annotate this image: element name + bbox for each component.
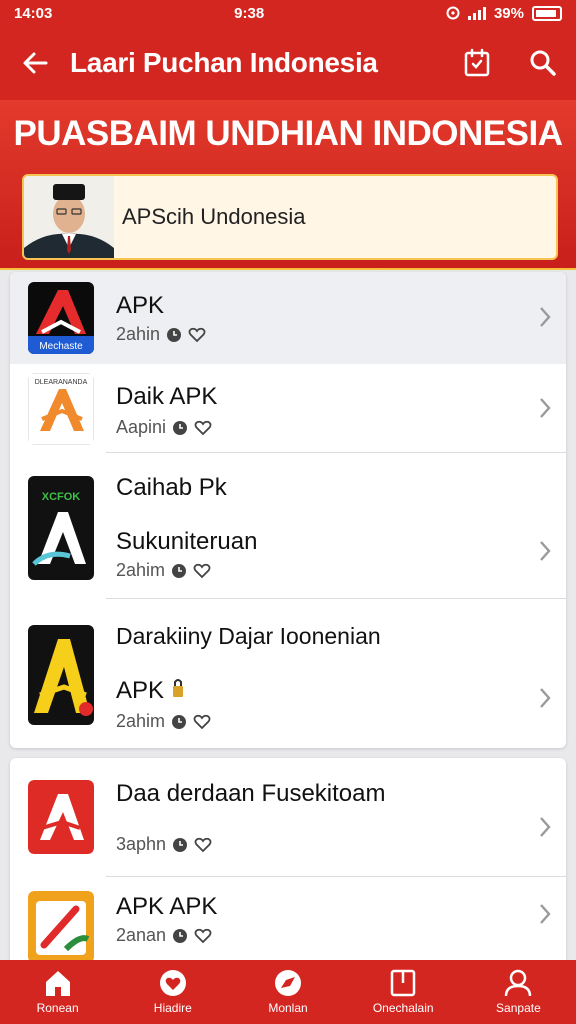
user-icon	[505, 969, 532, 997]
list-item-meta-text: 2ahim	[116, 711, 166, 731]
list-item-meta-text: 2ahim	[116, 560, 166, 580]
nav-item-label: Sanpate	[496, 1001, 541, 1015]
status-indicators: 39%	[446, 5, 562, 22]
nav-item-label: Hiadire	[153, 1001, 192, 1015]
chevron-right-icon[interactable]	[534, 683, 556, 713]
list-item-subtitle-text: APK	[116, 677, 165, 704]
list-item-title: APK	[116, 292, 165, 319]
list-item-meta: 2ahim	[116, 560, 211, 581]
app-logo-label: Mechaste	[39, 341, 83, 352]
list-item[interactable]: Darakiiny Dajar Ioonenian APK 2ahim	[10, 599, 566, 748]
banner-title: PUASBAIM UNDHIAN INDONESIA	[13, 114, 563, 153]
status-bar: 14:03 9:38 39%	[0, 0, 576, 26]
chevron-right-icon[interactable]	[534, 393, 556, 423]
compass-icon	[275, 970, 301, 996]
heart-outline-icon[interactable]	[188, 327, 206, 343]
nav-item-library[interactable]: Onechalain	[346, 960, 461, 1024]
list-item-meta: 2anan	[116, 925, 212, 946]
list-item-meta-text: 2anan	[116, 925, 167, 945]
app-logo-icon	[28, 625, 94, 725]
chevron-right-icon[interactable]	[534, 536, 556, 566]
list-item-meta-text: Aapini	[116, 417, 167, 437]
app-logo-icon	[28, 780, 94, 854]
list-item-meta: 3aphn	[116, 834, 212, 855]
search-icon	[530, 50, 556, 76]
nav-item-label: Monlan	[268, 1001, 308, 1015]
app-bar: Laari Puchan Indonesia	[0, 26, 576, 100]
list-item-meta: 2ahin	[116, 324, 206, 345]
nav-item-profile[interactable]: Sanpate	[461, 960, 576, 1024]
list-item[interactable]: Mechaste APK 2ahin	[10, 272, 566, 364]
list-item-title: Daa derdaan Fusekitoam	[116, 780, 386, 807]
home-icon	[45, 971, 70, 996]
clock-icon	[173, 928, 188, 943]
nav-item-label: Onechalain	[372, 1001, 434, 1015]
clock-icon	[173, 837, 188, 852]
heart-outline-icon[interactable]	[194, 420, 212, 436]
sync-icon	[446, 6, 460, 20]
search-button[interactable]	[510, 26, 576, 100]
app-list-secondary: Daa derdaan Fusekitoam 3aphn APK APK 2an…	[10, 758, 566, 968]
nav-item-label: Ronean	[36, 1001, 79, 1015]
list-item[interactable]: DLEARANANDA Daik APK Aapini	[10, 365, 566, 453]
heart-icon	[159, 970, 186, 996]
back-button[interactable]	[0, 26, 70, 100]
status-clock: 9:38	[234, 4, 265, 22]
bottom-navigation: Ronean Hiadire Monlan Onechalain Sanpate	[0, 960, 576, 1024]
list-item-subtitle: Sukuniteruan	[116, 528, 258, 555]
person-photo	[24, 176, 114, 258]
app-logo-icon: XCFOK	[28, 476, 94, 580]
arrow-left-icon	[23, 52, 48, 74]
promo-card[interactable]: APScih Undonesia	[22, 174, 558, 260]
list-item-meta-text: 2ahin	[116, 324, 161, 344]
app-logo-label: DLEARANANDA	[35, 379, 88, 386]
heart-outline-icon[interactable]	[194, 837, 212, 853]
app-logo-icon: DLEARANANDA	[28, 373, 94, 445]
page-title: Laari Puchan Indonesia	[70, 47, 378, 78]
list-item-meta: 2ahim	[116, 711, 211, 732]
list-item-subtitle: APK	[116, 677, 185, 705]
clock-icon	[167, 327, 182, 342]
chevron-right-icon[interactable]	[534, 812, 556, 842]
clock-icon	[172, 563, 187, 578]
list-item-title: Caihab Pk	[116, 474, 227, 501]
signal-icon	[467, 6, 486, 20]
chevron-right-icon[interactable]	[534, 302, 556, 332]
list-item-title: Daik APK	[116, 383, 218, 410]
nav-item-home[interactable]: Ronean	[0, 960, 115, 1024]
app-list-primary: Mechaste APK 2ahin DLEARANANDA Daik APK …	[10, 272, 566, 748]
nav-item-explore[interactable]: Monlan	[230, 960, 345, 1024]
list-item-title: APK APK	[116, 893, 218, 920]
heart-outline-icon[interactable]	[194, 928, 212, 944]
banner-stripe	[0, 268, 576, 270]
calendar-icon	[464, 48, 490, 77]
clock-icon	[173, 420, 188, 435]
chevron-right-icon[interactable]	[534, 899, 556, 929]
app-logo-label: XCFOK	[42, 491, 81, 503]
list-item[interactable]: XCFOK Caihab Pk Sukuniteruan 2ahim	[10, 454, 566, 598]
nav-item-favorites[interactable]: Hiadire	[115, 960, 230, 1024]
lock-icon	[172, 679, 183, 697]
list-item-title: Darakiiny Dajar Ioonenian	[116, 623, 381, 649]
status-time: 14:03	[14, 4, 53, 22]
clock-icon	[172, 714, 187, 729]
battery-icon	[532, 5, 562, 21]
promo-text: APScih Undonesia	[122, 204, 306, 229]
book-icon	[390, 969, 416, 997]
list-item[interactable]: APK APK 2anan	[10, 877, 566, 968]
battery-percent: 39%	[493, 4, 524, 22]
list-item[interactable]: Daa derdaan Fusekitoam 3aphn	[10, 758, 566, 876]
list-item-meta-text: 3aphn	[116, 834, 167, 854]
heart-outline-icon[interactable]	[193, 714, 211, 730]
calendar-button[interactable]	[444, 26, 510, 100]
app-logo-icon: Mechaste	[28, 282, 94, 354]
app-logo-icon	[28, 891, 94, 963]
heart-outline-icon[interactable]	[193, 563, 211, 579]
list-item-meta: Aapini	[116, 417, 212, 438]
